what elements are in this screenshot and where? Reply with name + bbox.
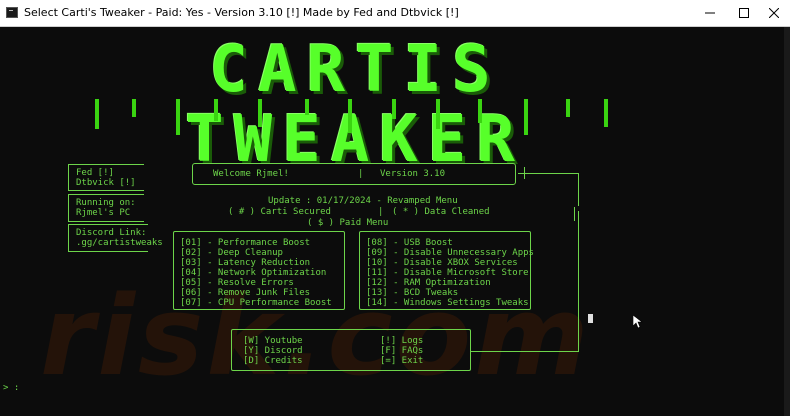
menu-item-04[interactable]: [04] - Network Optimization xyxy=(180,268,326,278)
secured-status: ( # ) Carti Secured xyxy=(228,207,331,217)
panel-border xyxy=(68,194,69,221)
menu-item-11[interactable]: [11] - Disable Microsoft Store xyxy=(366,268,529,278)
menu-item-08[interactable]: [08] - USB Boost xyxy=(366,238,453,248)
faqs-option[interactable]: [F] FAQs xyxy=(380,346,423,356)
menu-item-06[interactable]: [06] - Remove Junk Files xyxy=(180,288,310,298)
banner-drip xyxy=(132,99,136,117)
minimize-icon xyxy=(705,12,715,14)
banner-title: CARTIS TWEAKER xyxy=(185,33,525,177)
banner-drip xyxy=(214,99,218,121)
panel-border xyxy=(68,224,69,251)
panel-border xyxy=(68,194,144,195)
welcome-divider: | xyxy=(358,169,364,179)
maximize-button[interactable] xyxy=(728,0,760,26)
panel-border xyxy=(68,164,69,190)
panel-border xyxy=(68,164,144,165)
panel-border xyxy=(68,221,144,222)
connector-line xyxy=(470,351,579,352)
status-divider: | xyxy=(378,207,384,217)
title-bar[interactable]: Select Carti's Tweaker - Paid: Yes - Ver… xyxy=(0,0,790,27)
menu-item-12[interactable]: [12] - RAM Optimization xyxy=(366,278,491,288)
menu-item-14[interactable]: [14] - Windows Settings Tweaks xyxy=(366,298,529,308)
banner-drip xyxy=(348,99,352,133)
menu-item-01[interactable]: [01] - Performance Boost xyxy=(180,238,310,248)
cleaned-status: ( * ) Data Cleaned xyxy=(392,207,490,217)
menu-item-02[interactable]: [02] - Deep Cleanup xyxy=(180,248,283,258)
logs-option[interactable]: [!] Logs xyxy=(380,336,423,346)
panel-border xyxy=(68,190,144,191)
welcome-text: Welcome Rjmel! xyxy=(213,169,289,179)
banner-drip xyxy=(566,99,570,117)
update-text: Update : 01/17/2024 - Revamped Menu xyxy=(268,196,458,206)
banner-drip xyxy=(305,99,309,115)
discord-link[interactable]: .gg/cartistweaks xyxy=(76,238,163,248)
close-icon xyxy=(769,8,779,18)
menu-item-09[interactable]: [09] - Disable Unnecessary Apps xyxy=(366,248,534,258)
maximize-icon xyxy=(739,8,749,18)
panel-border xyxy=(68,251,148,252)
credits-line-1: Fed [!] xyxy=(76,168,114,178)
connector-line xyxy=(578,211,579,351)
connector-line xyxy=(524,167,525,179)
minimize-button[interactable] xyxy=(694,0,726,26)
exit-option[interactable]: [=] Exit xyxy=(380,356,423,366)
connector-line xyxy=(518,173,578,174)
command-prompt[interactable]: > : xyxy=(3,383,19,393)
connector-line xyxy=(578,173,579,206)
banner-drip xyxy=(604,99,608,127)
youtube-option[interactable]: [W] Youtube xyxy=(243,336,303,346)
discord-label: Discord Link: xyxy=(76,228,147,238)
text-cursor xyxy=(588,314,593,323)
menu-item-10[interactable]: [10] - Disable XBOX Services xyxy=(366,258,518,268)
menu-item-13[interactable]: [13] - BCD Tweaks xyxy=(366,288,458,298)
credits-line-2: Dtbvick [!] xyxy=(76,178,136,188)
version-text: Version 3.10 xyxy=(380,169,446,179)
menu-item-03[interactable]: [03] - Latency Reduction xyxy=(180,258,310,268)
connector-line xyxy=(574,207,575,221)
panel-border xyxy=(68,224,148,225)
banner-drip xyxy=(258,99,262,127)
running-label: Running on: xyxy=(76,198,136,208)
window-title: Select Carti's Tweaker - Paid: Yes - Ver… xyxy=(24,6,459,19)
paid-menu-label: ( $ ) Paid Menu xyxy=(307,218,389,228)
banner-drip xyxy=(392,99,396,119)
banner-drip xyxy=(478,99,482,123)
banner-drip xyxy=(176,99,180,135)
menu-item-07[interactable]: [07] - CPU Performance Boost xyxy=(180,298,332,308)
banner-drip xyxy=(524,99,528,135)
menu-item-05[interactable]: [05] - Resolve Errors xyxy=(180,278,294,288)
banner-drip xyxy=(436,99,440,129)
close-button[interactable] xyxy=(758,0,790,26)
scrollbar[interactable] xyxy=(784,27,790,416)
running-value: Rjmel's PC xyxy=(76,208,131,218)
banner-drip xyxy=(95,99,99,129)
discord-option[interactable]: [Y] Discord xyxy=(243,346,303,356)
mouse-pointer-icon xyxy=(633,315,643,329)
console-area[interactable]: risk.com CARTIS TWEAKER Fed [!] Dtbvick … xyxy=(0,27,790,416)
console-app-icon xyxy=(6,7,18,18)
credits-option[interactable]: [D] Credits xyxy=(243,356,303,366)
